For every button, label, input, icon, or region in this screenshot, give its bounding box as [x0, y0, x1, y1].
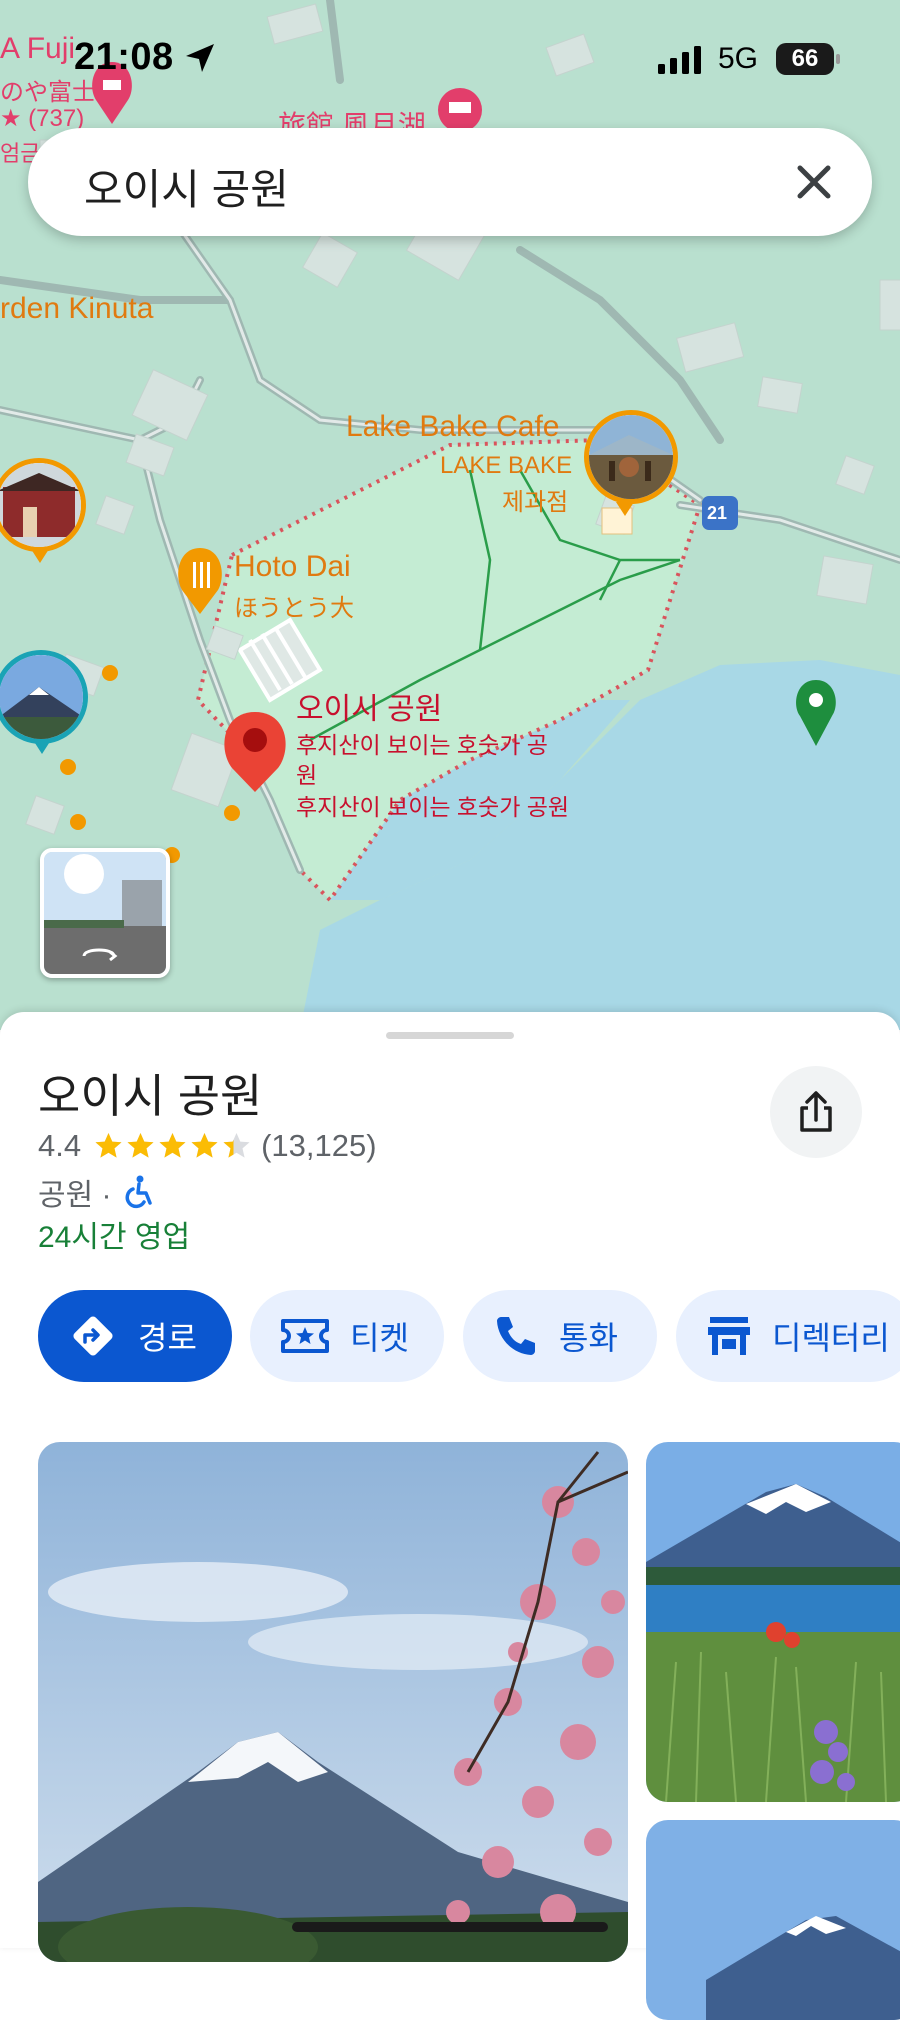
call-button[interactable]: 통화	[463, 1290, 657, 1382]
battery-icon: 66	[776, 43, 834, 75]
status-bar: 21:08 5G 66	[0, 0, 900, 120]
directions-icon	[68, 1311, 118, 1361]
map-label-park-name[interactable]: 오이시 공원	[296, 684, 442, 728]
location-arrow-icon	[184, 42, 216, 79]
photo-gallery[interactable]	[0, 1430, 900, 2020]
route-number-label: 21	[707, 503, 728, 523]
directory-button[interactable]: 디렉터리	[676, 1290, 900, 1382]
star-icon	[191, 1133, 218, 1158]
place-title: 오이시 공원	[38, 1070, 263, 1122]
place-category: 공원 ·	[38, 1179, 112, 1212]
map-label-cafe-branch-2: 제과점	[502, 489, 569, 516]
map-label-park-desc-1: 후지산이 보이는 호숫가 공	[296, 732, 548, 758]
directions-button[interactable]: 경로	[38, 1290, 232, 1382]
map-label-cafe-name[interactable]: Lake Bake Cafe	[346, 410, 559, 444]
viewpoint-pin-tail	[33, 740, 51, 754]
cafe-pin-tail	[616, 502, 634, 516]
review-count[interactable]: (13,125)	[261, 1128, 376, 1164]
store-icon	[706, 1315, 752, 1357]
directions-label: 경로	[138, 1320, 197, 1356]
tickets-label: 티켓	[350, 1320, 409, 1356]
map-label-hoto-sub: ほうとう大	[234, 595, 354, 622]
star-icon	[223, 1133, 250, 1158]
battery-tip	[836, 54, 840, 64]
map-label-park-desc-3: 후지산이 보이는 호숫가 공원	[296, 794, 570, 820]
close-icon[interactable]	[780, 148, 848, 216]
rating-stars	[93, 1131, 253, 1161]
star-icon	[95, 1133, 122, 1158]
viewpoint-photo-pin[interactable]	[0, 650, 88, 744]
photo-main[interactable]	[38, 1442, 628, 1962]
rating-value: 4.4	[38, 1128, 82, 1163]
star-icon	[159, 1133, 186, 1158]
signal-icon	[656, 46, 704, 79]
share-button[interactable]	[770, 1066, 862, 1158]
map-label-park-desc-2: 원	[296, 762, 318, 788]
photo-lake-flowers[interactable]	[646, 1442, 900, 1802]
star-icon	[127, 1133, 154, 1158]
home-indicator[interactable]	[292, 1922, 608, 1932]
category-row: 공원 ·	[38, 1170, 154, 1214]
drag-handle[interactable]	[386, 1032, 514, 1039]
cafe-photo-pin[interactable]	[584, 410, 678, 504]
opening-hours[interactable]: 24시간 영업	[38, 1212, 190, 1256]
shop-photo-pin[interactable]	[0, 458, 86, 552]
photo-mountain-2[interactable]	[646, 1820, 900, 2020]
map-label-garden: rden Kinuta	[0, 292, 154, 325]
phone-icon	[493, 1313, 539, 1359]
shop-pin-tail	[31, 549, 49, 563]
wheelchair-icon	[122, 1175, 154, 1209]
status-time: 21:08	[74, 36, 174, 78]
street-view-thumbnail[interactable]	[40, 848, 170, 978]
directory-label: 디렉터리	[772, 1320, 890, 1356]
search-input[interactable]: 오이시 공원	[84, 156, 289, 217]
share-icon	[796, 1090, 836, 1139]
network-type: 5G	[718, 42, 759, 75]
map-label-hoto-name[interactable]: Hoto Dai	[234, 550, 351, 584]
call-label: 통화	[559, 1320, 618, 1356]
rating-row[interactable]: 4.4 (13,125)	[38, 1124, 377, 1168]
place-details-sheet[interactable]: 오이시 공원 4.4 (13,125) 공원 · 24시간 영업 경로 티켓 통…	[0, 1012, 900, 2020]
search-bar[interactable]: 오이시 공원	[28, 128, 872, 236]
ticket-icon	[280, 1316, 330, 1356]
map-label-cafe-branch-1: LAKE BAKE	[440, 452, 573, 479]
tickets-button[interactable]: 티켓	[250, 1290, 444, 1382]
